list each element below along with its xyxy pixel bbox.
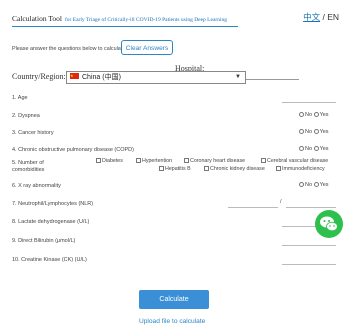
dyspnea-no-radio[interactable] xyxy=(299,111,304,117)
cancer-radio-group: No Yes xyxy=(299,128,329,135)
question-dyspnea: 2. Dyspnea xyxy=(12,113,40,119)
checkbox[interactable] xyxy=(261,157,266,163)
lang-en-link[interactable]: EN xyxy=(327,12,339,22)
comorbidity-chronic-kidney-disease[interactable]: Chronic kidney disease xyxy=(204,165,265,172)
radio-no-label: No xyxy=(305,146,313,152)
question-comorbidities: 5. Number of xyxy=(12,160,44,166)
radio-yes-label: Yes xyxy=(319,129,329,135)
nlr-separator: / xyxy=(280,199,282,205)
upload-file-link[interactable]: Upload file to calculate xyxy=(139,318,205,325)
cancer-yes-radio[interactable] xyxy=(313,128,319,134)
question-comorbidities-line2: comorbidities xyxy=(12,167,45,173)
copd-radio-group: No Yes xyxy=(299,145,329,152)
dropdown-arrow-icon: ▼ xyxy=(235,74,241,80)
checkbox[interactable] xyxy=(159,165,164,171)
question-nlr: 7. Neutrophil/Lymphocytes (NLR) xyxy=(12,201,94,207)
question-cancer-history: 3. Cancer history xyxy=(12,130,54,136)
copd-yes-radio[interactable] xyxy=(313,145,319,151)
question-copd: 4. Chronic obstructive pulmonary disease… xyxy=(12,147,134,153)
country-value: China (中国) xyxy=(82,74,121,81)
comorbidity-immunodeficiency[interactable]: Immunodeficiency xyxy=(276,165,325,172)
comorbidity-cerebral-vascular-disease[interactable]: Cerebral vascular disease xyxy=(261,157,329,164)
checkbox-label: Coronary heart disease xyxy=(190,158,246,164)
page-title: Calculation Tool for Early Triage of Crit… xyxy=(12,14,227,23)
wechat-icon[interactable] xyxy=(315,210,343,238)
radio-yes-label: Yes xyxy=(319,112,329,118)
subtitle-text: for Early Triage of Critically-ill COVID… xyxy=(64,17,228,23)
xray-radio-group: No Yes xyxy=(299,181,329,188)
title-text: Calculation Tool xyxy=(12,14,62,23)
instructions-text: Please answer the questions below to cal… xyxy=(12,46,127,52)
question-direct-bilirubin: 9. Direct Bilirubin (μmol/L) xyxy=(12,238,76,244)
checkbox[interactable] xyxy=(184,157,189,163)
lymphocyte-input[interactable] xyxy=(286,207,336,208)
xray-yes-radio[interactable] xyxy=(313,181,319,187)
checkbox[interactable] xyxy=(276,165,281,171)
radio-yes-label: Yes xyxy=(319,146,329,152)
language-switcher: 中文 / EN xyxy=(303,11,339,23)
ck-input[interactable] xyxy=(282,264,336,265)
country-label: Country/Region: xyxy=(12,72,66,81)
title-divider xyxy=(12,26,238,27)
question-creatine-kinase: 10. Creatine Kinase (CK) (U/L) xyxy=(12,257,87,263)
dyspnea-yes-radio[interactable] xyxy=(313,111,319,117)
comorbidity-hepatitis-b[interactable]: Hepatitis B xyxy=(159,165,191,172)
radio-yes-label: Yes xyxy=(319,182,329,188)
dyspnea-radio-group: No Yes xyxy=(299,111,329,118)
neutrophil-input[interactable] xyxy=(228,207,278,208)
xray-no-radio[interactable] xyxy=(299,181,304,187)
china-flag-icon xyxy=(70,70,79,81)
radio-no-label: No xyxy=(305,182,313,188)
question-age: 1. Age xyxy=(12,95,28,101)
comorbidity-coronary-heart-disease[interactable]: Coronary heart disease xyxy=(184,157,246,164)
radio-no-label: No xyxy=(305,129,313,135)
checkbox-label: Immunodeficiency xyxy=(282,166,325,172)
copd-no-radio[interactable] xyxy=(299,145,304,151)
comorbidity-diabetes[interactable]: Diabetes xyxy=(96,157,123,164)
checkbox-label: Hepatitis B xyxy=(165,166,191,172)
radio-no-label: No xyxy=(305,112,313,118)
checkbox-label: Diabetes xyxy=(102,158,123,164)
checkbox-label: Hypertention xyxy=(142,158,173,164)
question-xray: 6. X ray abnormality xyxy=(12,183,61,189)
age-input[interactable] xyxy=(282,102,336,103)
checkbox[interactable] xyxy=(96,157,101,163)
clear-answers-button[interactable]: Clear Answers xyxy=(121,40,173,55)
bilirubin-input[interactable] xyxy=(282,245,336,246)
checkbox-label: Chronic kidney disease xyxy=(210,166,265,172)
checkbox[interactable] xyxy=(136,157,141,163)
comorbidity-hypertention[interactable]: Hypertention xyxy=(136,157,173,164)
calculate-button[interactable]: Calculate xyxy=(139,290,209,309)
cancer-no-radio[interactable] xyxy=(299,128,304,134)
checkbox[interactable] xyxy=(204,165,209,171)
checkbox-label: Cerebral vascular disease xyxy=(267,158,329,164)
question-ldh: 8. Lactate dehydrogenase (U/L) xyxy=(12,219,90,225)
lang-zh-link[interactable]: 中文 xyxy=(303,12,320,22)
country-select[interactable]: China (中国) ▼ xyxy=(66,70,246,84)
